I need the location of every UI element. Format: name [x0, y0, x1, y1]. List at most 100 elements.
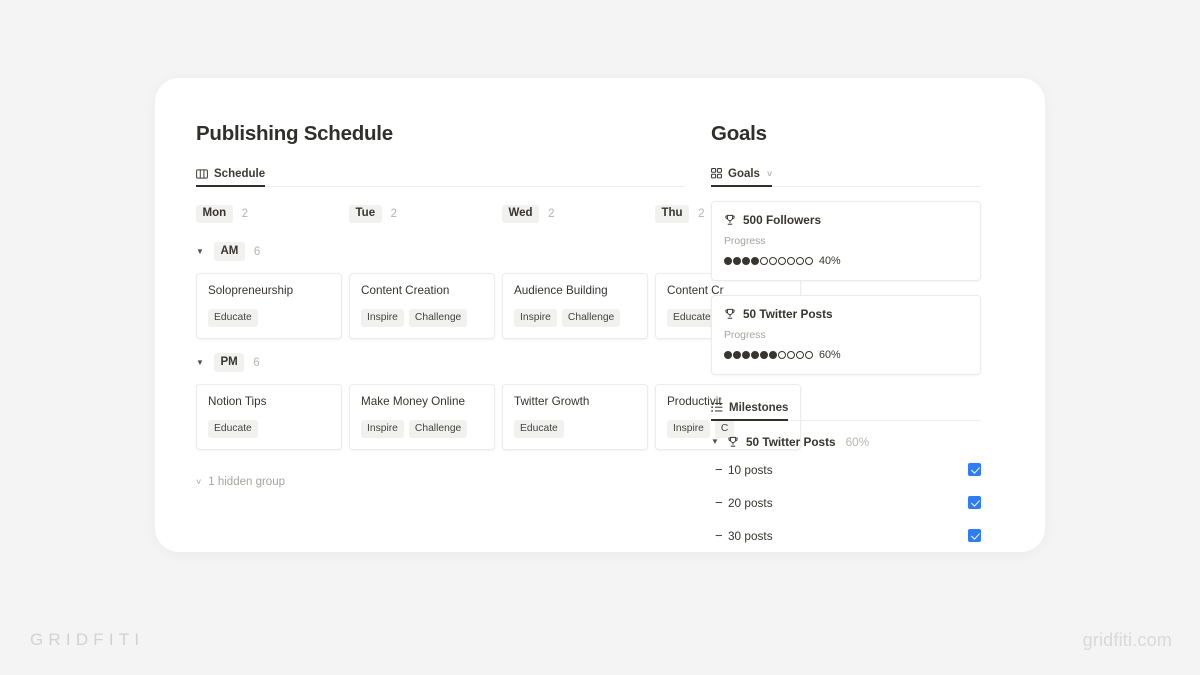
- tab-goals-label: Goals: [728, 167, 760, 180]
- card-tags: Inspire Challenge: [361, 420, 483, 438]
- goal-progress: 40%: [724, 255, 968, 267]
- tag: Inspire: [361, 309, 404, 327]
- dot-empty: [805, 350, 813, 359]
- board-card[interactable]: Notion Tips Educate: [196, 383, 342, 450]
- milestone-row[interactable]: − 10 posts: [711, 458, 981, 482]
- milestone-group-percent: 60%: [845, 434, 870, 449]
- goal-progress-label: Progress: [724, 329, 766, 341]
- goal-card-header: 50 Twitter Posts: [724, 307, 968, 321]
- tag: Educate: [514, 420, 564, 438]
- day-header-row: Mon 2 Tue 2 Wed 2 Thu 2: [196, 201, 711, 228]
- day-pill-label: Tue: [349, 204, 382, 224]
- goals-pane: Goals Goals ˅ 500 Followers Progress 40%…: [711, 78, 1045, 552]
- dot-empty: [796, 256, 804, 265]
- milestone-group-header[interactable]: ▼ 50 Twitter Posts 60%: [711, 435, 1045, 449]
- board-card[interactable]: Audience Building Inspire Challenge: [502, 272, 648, 339]
- dot-filled: [769, 350, 777, 359]
- tag: Inspire: [514, 309, 557, 327]
- tab-milestones[interactable]: Milestones: [711, 402, 789, 421]
- dot-empty: [778, 256, 786, 265]
- day-pill-label: Mon: [196, 204, 233, 224]
- card-row-pm: Notion Tips Educate Make Money Online In…: [196, 383, 801, 450]
- group-header-am[interactable]: ▼ AM 6: [196, 242, 711, 262]
- hidden-group-toggle[interactable]: ˅ 1 hidden group: [196, 476, 711, 488]
- day-pill-label: Thu: [655, 204, 690, 224]
- goal-card[interactable]: 50 Twitter Posts Progress 60%: [711, 294, 981, 375]
- tag: Educate: [208, 309, 258, 327]
- board-card[interactable]: Content Creation Inspire Challenge: [349, 272, 495, 339]
- dot-filled: [760, 350, 768, 359]
- milestone-row[interactable]: − 30 posts: [711, 524, 981, 548]
- milestone-label: 10 posts: [728, 462, 773, 477]
- card-tags: Inspire Challenge: [361, 309, 483, 327]
- card-title: Notion Tips: [208, 394, 267, 408]
- dot-filled: [751, 256, 759, 265]
- tag: Educate: [667, 309, 717, 327]
- goal-title: 500 Followers: [743, 212, 822, 227]
- milestone-checkbox[interactable]: [968, 463, 981, 477]
- day-column-tue[interactable]: Tue 2: [349, 204, 502, 224]
- dot-empty: [805, 256, 813, 265]
- dot-filled: [724, 350, 732, 359]
- milestone-row[interactable]: − 20 posts: [711, 491, 981, 515]
- page-title: Publishing Schedule: [196, 122, 393, 145]
- hidden-group-label: 1 hidden group: [208, 475, 285, 488]
- gallery-view-icon: [711, 168, 722, 179]
- day-column-wed[interactable]: Wed 2: [502, 204, 655, 224]
- tab-schedule[interactable]: Schedule: [196, 168, 266, 187]
- caret-down-icon[interactable]: ▼: [196, 247, 205, 256]
- group-count: 6: [253, 245, 261, 258]
- goal-title: 50 Twitter Posts: [743, 306, 833, 321]
- chevron-down-icon: ˅: [196, 476, 202, 487]
- milestone-checkbox[interactable]: [968, 529, 981, 543]
- dot-empty: [760, 256, 768, 265]
- group-header-pm[interactable]: ▼ PM 6: [196, 353, 711, 373]
- card-tags: Educate: [208, 420, 330, 438]
- tag: Inspire: [667, 420, 710, 438]
- board-card[interactable]: Make Money Online Inspire Challenge: [349, 383, 495, 450]
- tag: Challenge: [408, 420, 468, 438]
- card-tags: Inspire Challenge: [514, 309, 636, 327]
- day-count: 2: [241, 208, 249, 221]
- board-card[interactable]: Twitter Growth Educate: [502, 383, 648, 450]
- progress-dots: [724, 256, 813, 265]
- dot-filled: [742, 256, 750, 265]
- dot-filled: [733, 256, 741, 265]
- milestone-checkbox[interactable]: [968, 496, 981, 510]
- app-window: Publishing Schedule Schedule Mon 2 Tue 2…: [155, 78, 1045, 552]
- dot-filled: [742, 350, 750, 359]
- gridfiti-wordmark: GRIDFITI: [30, 630, 145, 649]
- goal-percent: 60%: [819, 348, 841, 361]
- dot-filled: [751, 350, 759, 359]
- goal-card[interactable]: 500 Followers Progress 40%: [711, 200, 981, 281]
- board-view-icon: [196, 168, 208, 180]
- goal-progress-label: Progress: [724, 235, 766, 247]
- minus-icon: −: [715, 495, 723, 511]
- milestone-label: 20 posts: [728, 495, 773, 510]
- dot-empty: [787, 256, 795, 265]
- card-title: Solopreneurship: [208, 283, 294, 297]
- tab-goals[interactable]: Goals ˅: [711, 167, 773, 187]
- card-row-am: Solopreneurship Educate Content Creation…: [196, 272, 801, 339]
- goals-view-tabs: Goals ˅: [711, 161, 981, 187]
- card-title: Make Money Online: [361, 394, 465, 408]
- trophy-icon: [724, 308, 736, 320]
- dot-filled: [733, 350, 741, 359]
- dot-empty: [778, 350, 786, 359]
- gridfiti-url: gridfiti.com: [1082, 630, 1172, 650]
- goals-title: Goals: [711, 122, 767, 145]
- caret-down-icon[interactable]: ▼: [711, 437, 720, 446]
- publishing-schedule-pane: Publishing Schedule Schedule Mon 2 Tue 2…: [155, 78, 801, 552]
- goal-progress: 60%: [724, 349, 968, 361]
- day-count: 2: [548, 208, 555, 221]
- card-tags: Educate: [208, 309, 330, 327]
- card-title: Content Creation: [361, 283, 450, 297]
- chevron-down-icon[interactable]: ˅: [767, 169, 772, 179]
- group-label: AM: [214, 242, 245, 261]
- minus-icon: −: [715, 528, 723, 544]
- tag: Challenge: [561, 309, 621, 327]
- board-card[interactable]: Solopreneurship Educate: [196, 272, 342, 339]
- day-column-mon[interactable]: Mon 2: [196, 204, 349, 224]
- goal-card-header: 500 Followers: [724, 213, 968, 227]
- caret-down-icon[interactable]: ▼: [196, 358, 205, 367]
